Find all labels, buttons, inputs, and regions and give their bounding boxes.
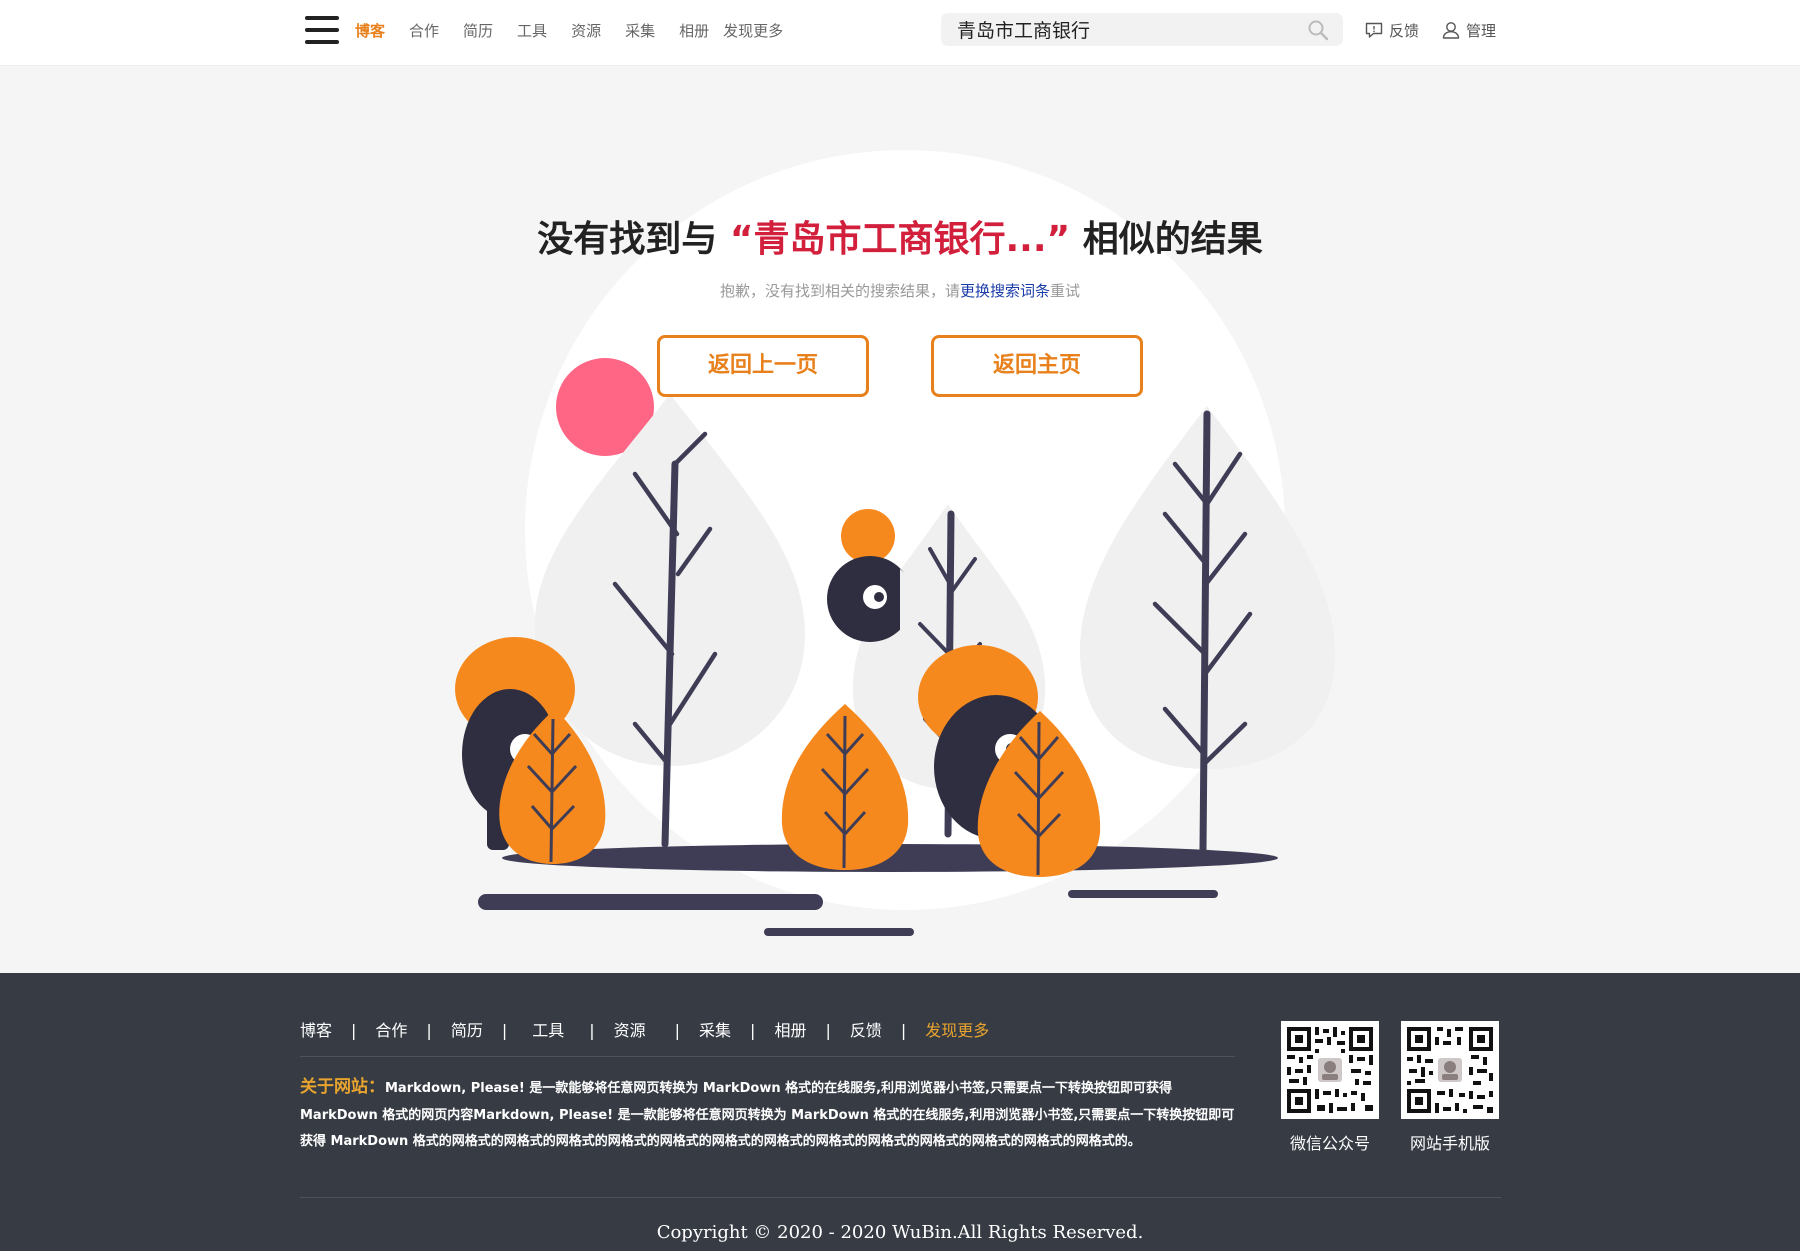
subtitle-prefix: 抱歉，没有找到相关的搜索结果，请 [719,282,960,300]
admin-link[interactable]: 管理 [1442,19,1496,41]
nav-item-collect[interactable]: 采集 [625,20,655,42]
footer-nav-cooperation[interactable]: 合作 [375,1020,407,1042]
nav-item-resume[interactable]: 简历 [463,20,493,42]
back-button[interactable]: 返回上一页 [657,335,869,397]
menu-icon[interactable] [305,16,339,44]
nav-item-blog[interactable]: 博客 [355,20,385,42]
qr-caption-mobile: 网站手机版 [1409,1134,1490,1153]
user-icon [1442,22,1460,39]
search-input[interactable] [957,13,1297,46]
nav-item-cooperation[interactable]: 合作 [409,20,439,42]
site-footer: 博客 | 合作 | 简历 | 工具 | 资源 | 采集 | 相册 | 反馈 | 发现更多 关于网… [0,973,1800,1251]
footer-nav-separator: | [589,1021,595,1040]
about-text: Markdown, Please! 是一款能够将任意网页转换为 MarkDown… [300,1081,1235,1149]
copyright: Copyright © 2020 - 2020 WuBin.All Rights… [656,1222,1144,1243]
footer-nav-separator: | [426,1021,432,1040]
nav-item-tools[interactable]: 工具 [517,20,547,42]
footer-nav-blog[interactable]: 博客 [300,1020,332,1042]
qr-code-image [1285,1025,1375,1115]
nav-item-discover-more[interactable]: 发现更多 [723,20,783,42]
footer-nav-separator: | [674,1021,681,1040]
feedback-link[interactable]: 反馈 [1365,19,1419,41]
qr-code-image [1405,1025,1495,1115]
footer-divider [300,1197,1501,1198]
not-found-section: 没有找到与 “青岛市工商银行...” 相似的结果 抱歉，没有找到相关的搜索结果，… [0,66,1800,973]
footer-nav-separator: | [351,1021,357,1040]
footer-nav-collect[interactable]: 采集 [699,1020,731,1042]
footer-nav-tools[interactable]: 工具 [532,1020,564,1042]
about-label: 关于网站： [300,1077,385,1097]
nav-item-resources[interactable]: 资源 [571,20,601,42]
page-title: 没有找到与 “青岛市工商银行...” 相似的结果 [0,210,1800,262]
qr-caption-wechat: 微信公众号 [1289,1134,1370,1153]
feedback-label: 反馈 [1389,21,1420,40]
footer-nav-separator: | [750,1021,756,1040]
footer-divider [300,1056,1235,1057]
footer-nav-separator: | [900,1021,907,1040]
footer-nav-discover-more[interactable]: 发现更多 [925,1020,989,1042]
top-header: 博客 合作 简历 工具 资源 采集 相册 发现更多 反馈 管理 [0,0,1800,66]
subtitle-suffix: 重试 [1050,282,1081,300]
footer-nav: 博客 | 合作 | 简历 | 工具 | 资源 | 采集 | 相册 | 反馈 | 发现更多 [300,1020,1235,1042]
footer-nav-resources[interactable]: 资源 [614,1020,646,1042]
qr-code-mobile [1401,1021,1499,1119]
title-prefix: 没有找到与 [537,219,718,260]
title-suffix: 相似的结果 [1082,219,1263,260]
home-button[interactable]: 返回主页 [931,335,1143,397]
about-site: 关于网站：Markdown, Please! 是一款能够将任意网页转换为 Mar… [300,1074,1235,1156]
search-box [941,13,1343,46]
footer-nav-separator: | [825,1021,831,1040]
footer-nav-separator: | [501,1021,508,1040]
qr-code-wechat [1281,1021,1379,1119]
main-nav: 博客 合作 简历 工具 资源 采集 相册 发现更多 [355,20,807,42]
footer-nav-album[interactable]: 相册 [774,1020,806,1042]
search-icon[interactable] [1307,19,1329,41]
subtitle: 抱歉，没有找到相关的搜索结果，请更换搜索词条重试 [0,280,1800,301]
title-keyword: “青岛市工商银行...” [729,219,1071,260]
admin-label: 管理 [1466,21,1497,40]
not-found-illustration [455,358,1335,936]
nav-item-album[interactable]: 相册 [679,20,709,42]
change-keyword-link[interactable]: 更换搜索词条 [960,282,1050,300]
footer-nav-feedback[interactable]: 反馈 [850,1020,882,1042]
footer-nav-resume[interactable]: 简历 [451,1020,483,1042]
feedback-icon [1365,22,1383,38]
